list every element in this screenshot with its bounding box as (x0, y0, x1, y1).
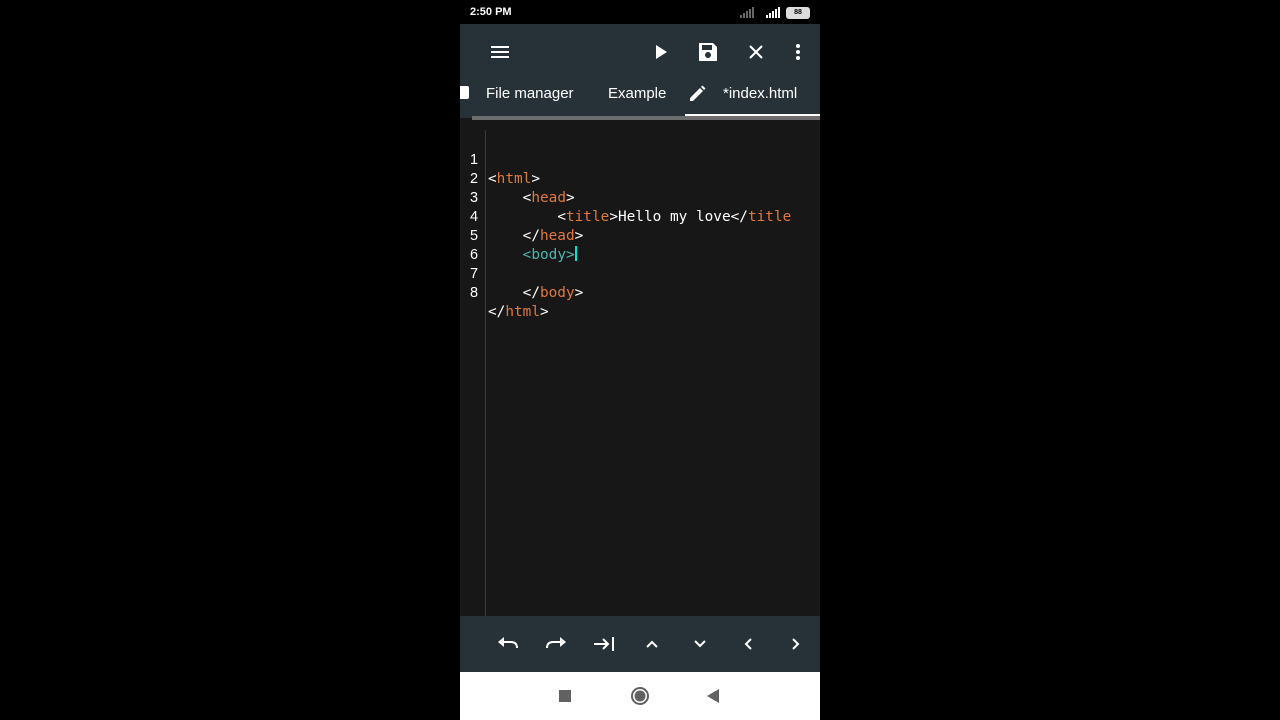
undo-icon (498, 637, 518, 649)
save-button[interactable] (692, 36, 724, 68)
menu-button[interactable] (484, 36, 516, 68)
indent-button[interactable] (588, 628, 620, 660)
code-line: 7 </body> (460, 246, 820, 301)
arrow-right-icon (792, 638, 800, 650)
cursor-up-button[interactable] (636, 628, 668, 660)
home-button[interactable] (624, 680, 656, 712)
signal-icon (740, 7, 754, 18)
recents-button[interactable] (549, 680, 581, 712)
status-time: 2:50 PM (470, 6, 512, 18)
arrow-down-icon (694, 640, 706, 648)
file-tabs: File manager Example *index.html (460, 80, 820, 119)
tab-label: *index.html (723, 85, 798, 102)
signal-4g-icon (766, 7, 780, 18)
status-bar: 2:50 PM 88 (460, 0, 820, 24)
undo-button[interactable] (492, 628, 524, 660)
pencil-icon (690, 85, 706, 101)
phone-screen: 2:50 PM 88 File manager Example *index.h… (460, 0, 820, 720)
system-nav-bar (460, 672, 820, 720)
battery-indicator: 88 (786, 7, 810, 19)
play-icon (656, 45, 667, 59)
cursor-right-button[interactable] (780, 628, 812, 660)
cursor-left-button[interactable] (732, 628, 764, 660)
code-text: </html> (488, 304, 549, 320)
close-file-button[interactable] (740, 36, 772, 68)
redo-icon (546, 637, 566, 649)
arrow-left-icon (744, 638, 752, 650)
code-line: 1 <html> (460, 132, 820, 187)
cursor-down-button[interactable] (684, 628, 716, 660)
redo-button[interactable] (540, 628, 572, 660)
code-line: 6 (460, 227, 820, 263)
home-circle-icon (631, 687, 649, 705)
tab-overflow-indicator (460, 86, 469, 99)
more-vert-icon (796, 44, 800, 60)
tab-file-manager[interactable]: File manager (486, 80, 574, 118)
run-button[interactable] (645, 36, 677, 68)
save-icon (699, 43, 717, 61)
arrow-up-icon (646, 640, 658, 648)
code-line: 4 </head> (460, 189, 820, 244)
code-line: 5 <body> (460, 208, 820, 263)
overflow-menu-button[interactable] (782, 36, 814, 68)
hamburger-menu-icon (491, 46, 509, 58)
close-icon (749, 45, 763, 59)
line-number: 8 (470, 285, 479, 301)
back-button[interactable] (697, 680, 729, 712)
code-editor[interactable]: 1 <html> 2 <head> 3 <title>Hello my love… (460, 120, 820, 616)
code-line: 2 <head> (460, 151, 820, 206)
app-bar: File manager Example *index.html (460, 24, 820, 119)
tab-index-html[interactable]: *index.html (685, 80, 820, 118)
recents-square-icon (559, 690, 571, 702)
code-line: 8 </html> (460, 265, 820, 320)
editing-toolbar (460, 616, 820, 672)
tab-example[interactable]: Example (608, 80, 666, 118)
back-triangle-icon (707, 689, 719, 703)
tab-indent-icon (594, 637, 614, 651)
code-line: 3 <title>Hello my love</title (460, 170, 820, 225)
